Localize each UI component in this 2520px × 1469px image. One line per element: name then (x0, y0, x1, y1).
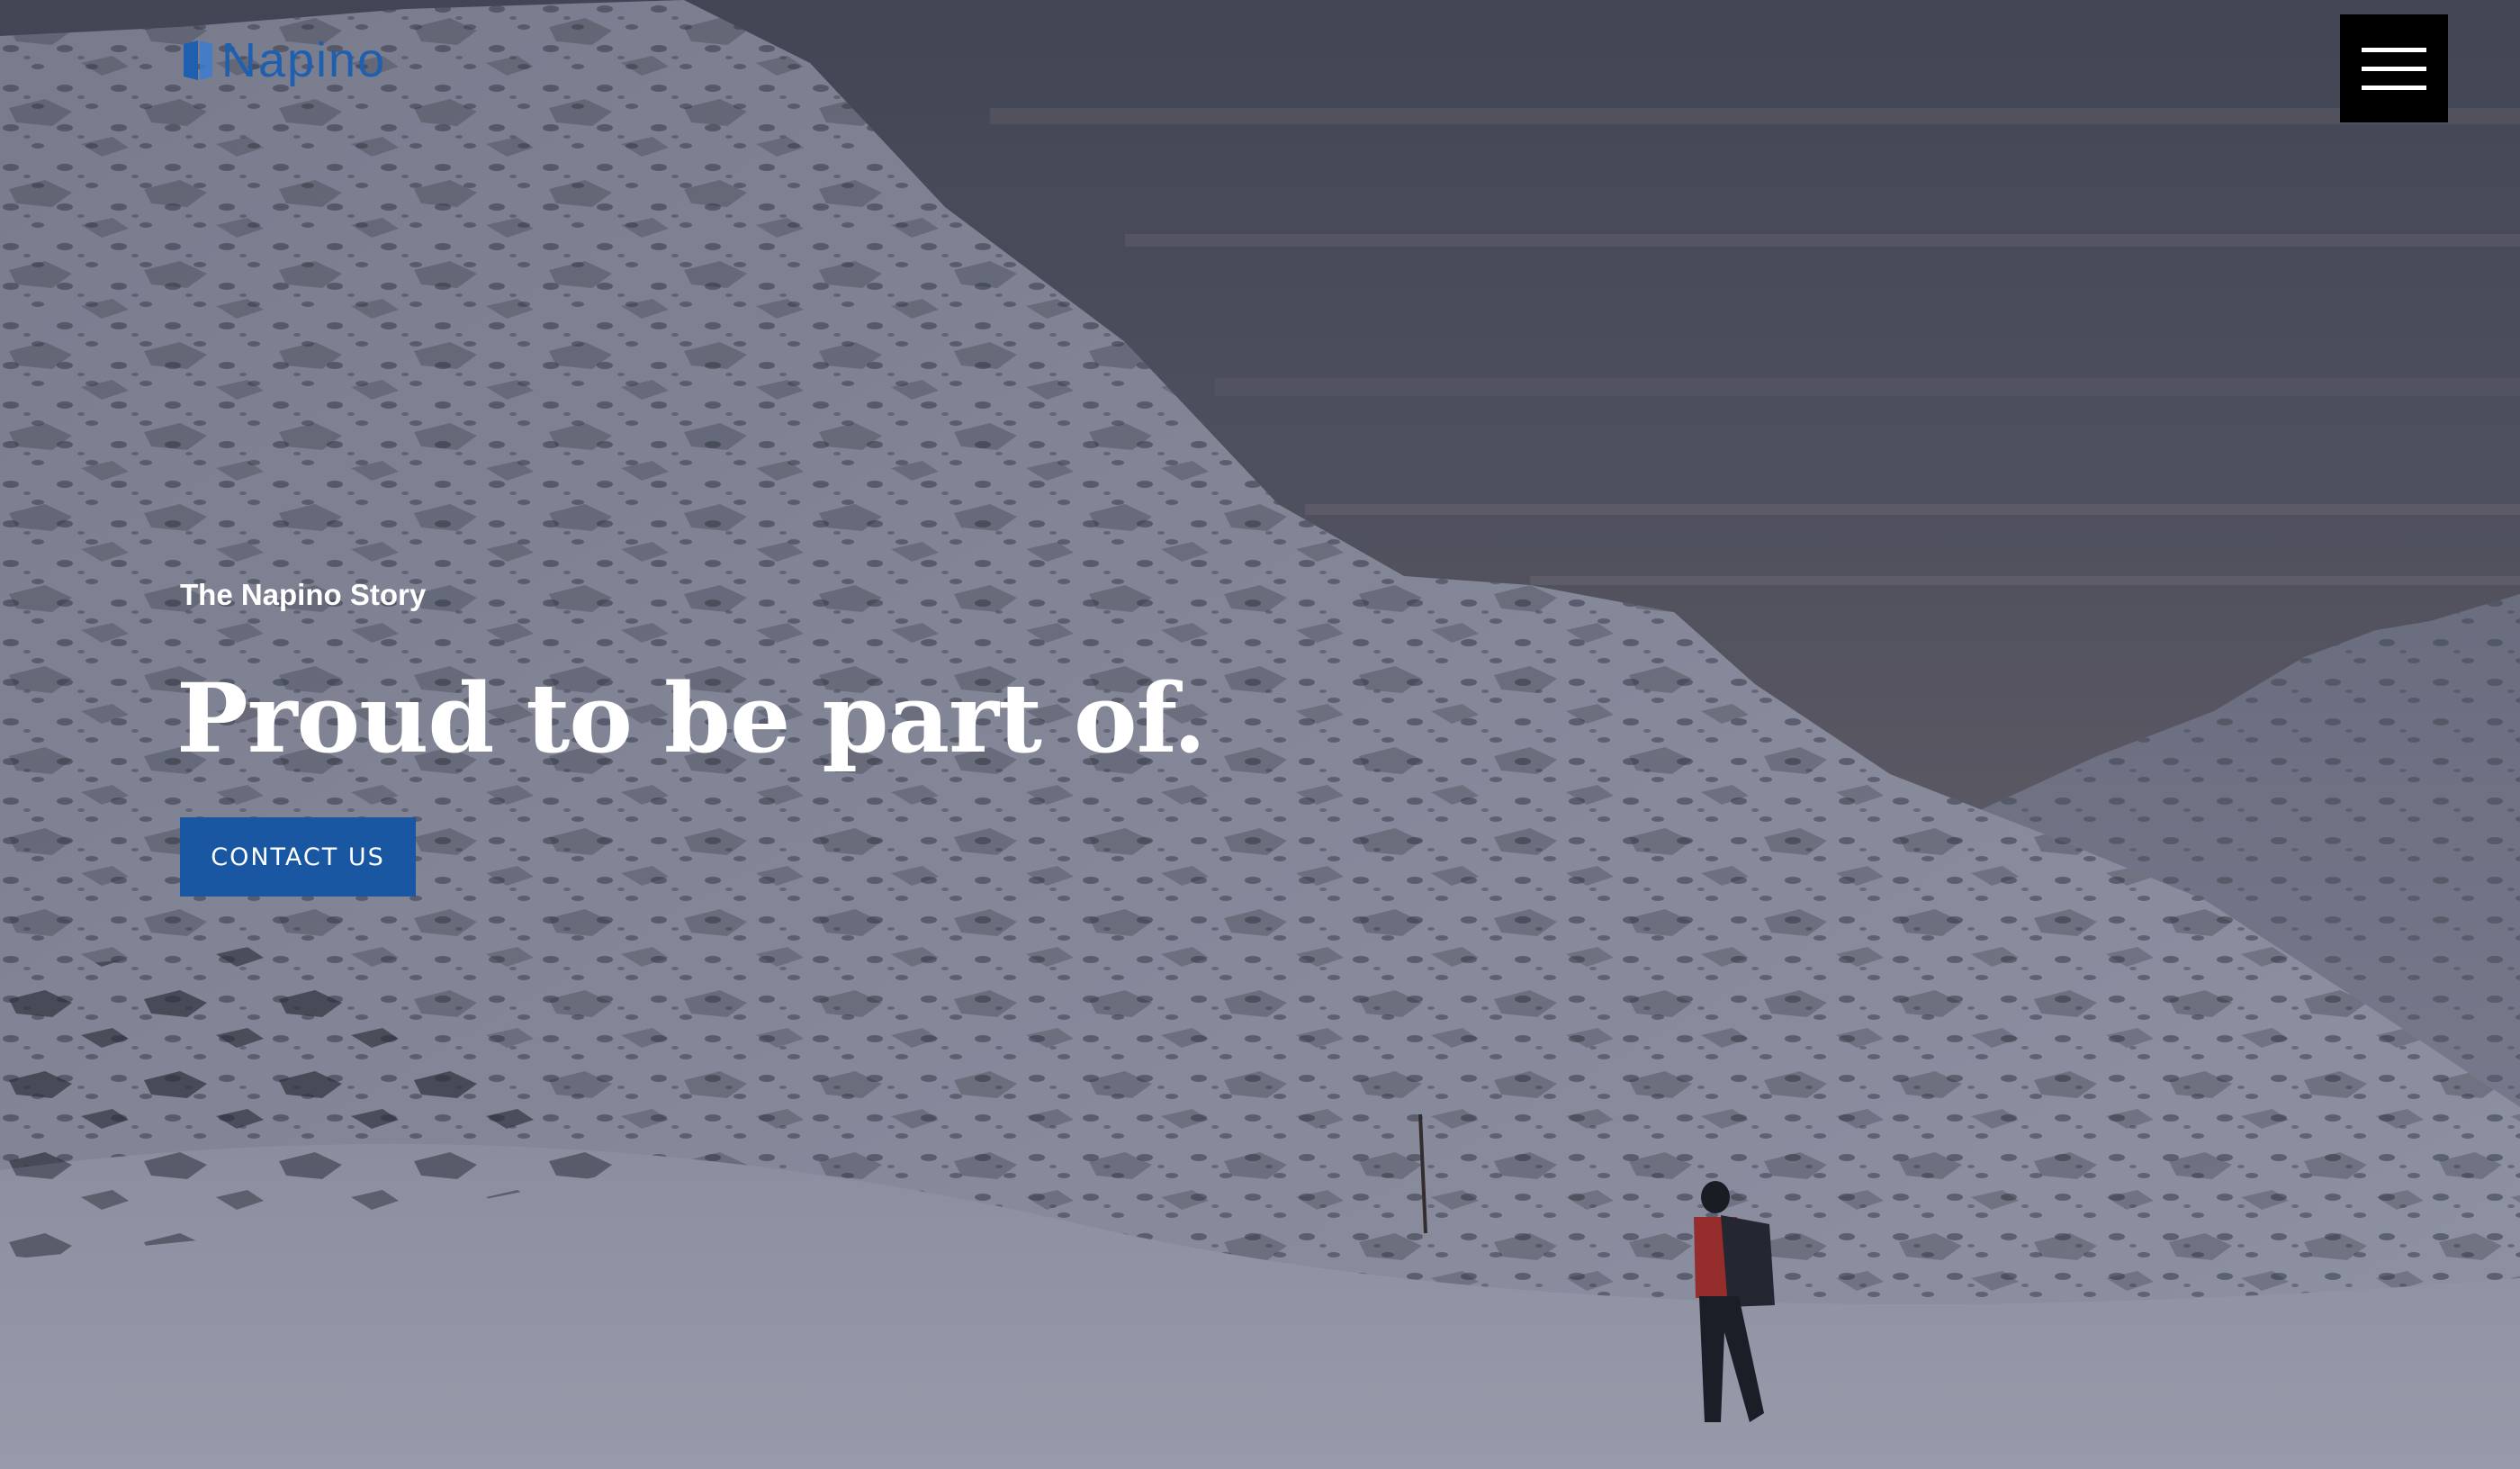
hamburger-menu-button[interactable] (2340, 14, 2448, 122)
hero-section: Napino The Napino Story Proud to be part… (0, 0, 2520, 1469)
hero-headline: Proud to be part of. (176, 662, 1206, 774)
hero-eyebrow: The Napino Story (180, 578, 427, 611)
hamburger-menu-icon-bar (2362, 85, 2426, 90)
napino-mark-icon (184, 41, 212, 80)
hamburger-menu-icon (2362, 47, 2426, 52)
napino-logo[interactable]: Napino (180, 34, 386, 86)
hamburger-menu-icon-bar (2362, 66, 2426, 71)
contact-us-button[interactable]: CONTACT US (180, 817, 416, 897)
logo-wordmark: Napino (221, 33, 387, 87)
